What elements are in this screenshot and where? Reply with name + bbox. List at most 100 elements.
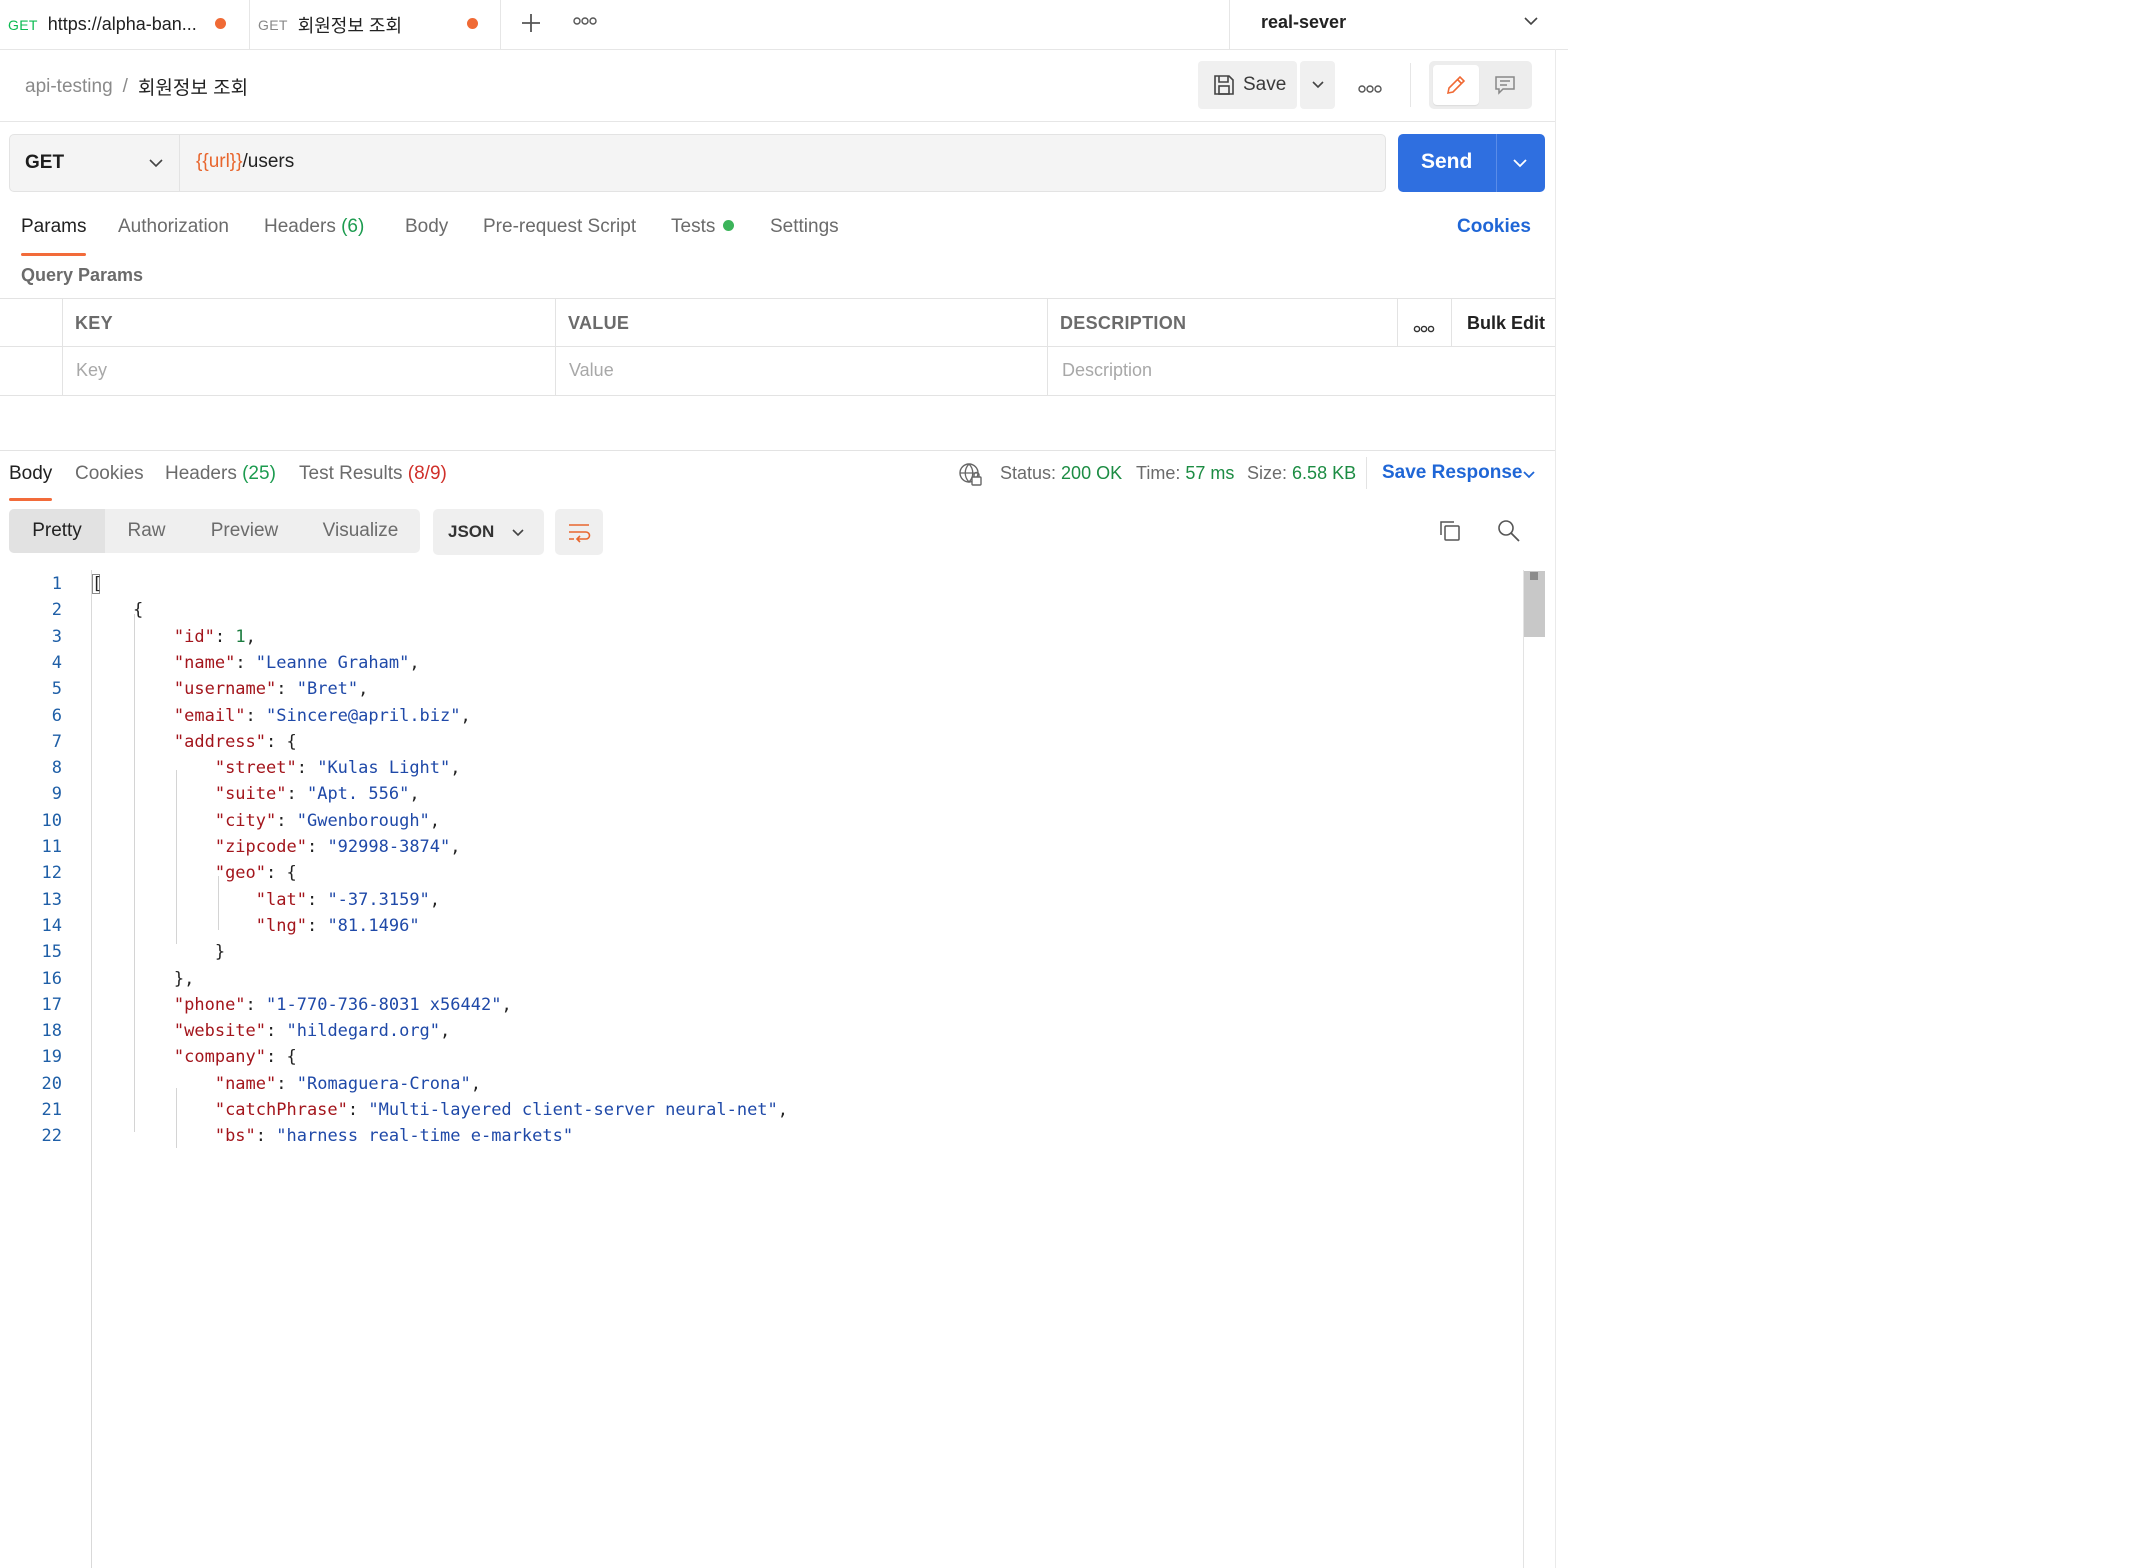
json-punct: , xyxy=(429,889,441,910)
response-body-editor[interactable]: 1[2 {3 "id": 1, 4 "name": "Leanne Graham"… xyxy=(0,570,1545,1568)
send-options-chevron-icon[interactable] xyxy=(1511,154,1529,177)
json-punct: { xyxy=(92,600,144,621)
save-button[interactable]: Save xyxy=(1198,61,1297,109)
code-line: 15 } xyxy=(0,939,1500,965)
column-divider xyxy=(1451,299,1452,347)
method-select[interactable]: GET xyxy=(10,135,180,191)
query-params-table: KEY VALUE DESCRIPTION Bulk Edit Key Valu… xyxy=(0,298,1556,396)
response-tab-headers[interactable]: Headers (25) xyxy=(165,463,276,485)
language-select[interactable]: JSON xyxy=(433,509,544,555)
json-punct: : xyxy=(245,994,267,1015)
json-string: "hildegard.org" xyxy=(286,1021,441,1042)
divider xyxy=(1366,457,1367,489)
code-text: "name": "Romaguera-Crona", xyxy=(92,1071,481,1097)
cookies-link[interactable]: Cookies xyxy=(1457,216,1531,238)
edit-mode-pencil-icon[interactable] xyxy=(1433,65,1479,105)
breadcrumb-request[interactable]: 회원정보 조회 xyxy=(138,73,248,100)
json-punct: : xyxy=(266,1021,287,1042)
request-tab-2[interactable]: GET 회원정보 조회 xyxy=(249,0,501,49)
editor-scrollbar-thumb[interactable] xyxy=(1524,571,1545,637)
send-button[interactable]: Send xyxy=(1398,134,1545,192)
response-tab-cookies[interactable]: Cookies xyxy=(75,463,144,485)
chevron-down-icon xyxy=(510,525,526,546)
unsaved-dot-icon[interactable] xyxy=(215,18,226,29)
param-key-input[interactable]: Key xyxy=(76,360,107,381)
unsaved-dot-icon[interactable] xyxy=(467,18,478,29)
json-number: 1 xyxy=(235,626,246,647)
format-visualize[interactable]: Visualize xyxy=(301,509,420,553)
url-input[interactable]: {{url}}/users xyxy=(196,151,294,173)
code-text: "address": { xyxy=(92,729,297,755)
code-line: 9 "suite": "Apt. 556", xyxy=(0,781,1500,807)
response-size[interactable]: Size: 6.58 KB xyxy=(1247,463,1356,484)
request-tabs: Params Authorization Headers (6) Body Pr… xyxy=(0,208,1556,256)
json-key: "geo" xyxy=(214,863,267,884)
json-punct xyxy=(92,863,215,883)
wrap-lines-icon[interactable] xyxy=(555,509,603,555)
save-response-chevron-icon[interactable] xyxy=(1521,467,1537,488)
request-response-divider[interactable] xyxy=(0,450,1556,451)
table-options-more-icon[interactable] xyxy=(1413,321,1435,339)
format-preview[interactable]: Preview xyxy=(188,509,301,553)
line-number: 10 xyxy=(41,810,62,831)
json-punct: }, xyxy=(92,968,195,989)
json-key: "catchPhrase" xyxy=(214,1100,348,1120)
line-number: 2 xyxy=(51,600,62,621)
copy-icon[interactable] xyxy=(1437,518,1463,549)
tab-params[interactable]: Params xyxy=(21,216,87,256)
line-number: 9 xyxy=(51,784,62,805)
breadcrumb-collection[interactable]: api-testing xyxy=(25,76,113,98)
bulk-edit-button[interactable]: Bulk Edit xyxy=(1467,313,1545,334)
globe-lock-icon[interactable] xyxy=(958,462,984,493)
tabs-more-icon[interactable] xyxy=(573,14,597,32)
tab-headers-label: Headers xyxy=(264,216,336,237)
breadcrumb: api-testing / 회원정보 조회 xyxy=(25,73,248,100)
response-tab-body[interactable]: Body xyxy=(9,463,53,501)
line-number: 17 xyxy=(41,994,62,1015)
param-value-input[interactable]: Value xyxy=(569,360,614,381)
save-options-chevron-icon[interactable] xyxy=(1300,61,1335,109)
search-icon[interactable] xyxy=(1496,518,1522,549)
line-number: 11 xyxy=(41,837,62,857)
scroll-up-arrow-icon[interactable] xyxy=(1530,572,1538,580)
response-tab-test-results[interactable]: Test Results (8/9) xyxy=(299,463,447,485)
column-header-description: DESCRIPTION xyxy=(1060,313,1187,333)
tab-headers[interactable]: Headers (6) xyxy=(264,216,364,238)
line-number: 5 xyxy=(51,679,62,700)
json-key: "bs" xyxy=(214,1126,256,1147)
tab-tests[interactable]: Tests xyxy=(671,216,735,238)
comment-mode-icon[interactable] xyxy=(1482,65,1528,105)
code-text: "id": 1, xyxy=(92,624,256,650)
json-string: "Sincere@april.biz" xyxy=(266,705,461,726)
column-divider xyxy=(555,299,556,395)
response-status[interactable]: Status: 200 OK xyxy=(1000,463,1122,484)
json-punct: : { xyxy=(266,731,297,752)
save-response-button[interactable]: Save Response xyxy=(1382,462,1522,484)
time-value: 57 ms xyxy=(1185,463,1235,483)
send-label: Send xyxy=(1421,150,1473,173)
response-time[interactable]: Time: 57 ms xyxy=(1136,463,1234,484)
json-punct xyxy=(92,1126,215,1146)
format-pretty[interactable]: Pretty xyxy=(9,509,105,553)
request-tab-1[interactable]: GET https://alpha-ban... xyxy=(0,0,248,49)
code-line: 18 "website": "hildegard.org", xyxy=(0,1018,1500,1044)
request-more-icon[interactable] xyxy=(1358,82,1382,100)
format-raw[interactable]: Raw xyxy=(105,509,188,553)
tab-body[interactable]: Body xyxy=(405,216,448,238)
line-number: 20 xyxy=(41,1073,62,1094)
param-description-input[interactable]: Description xyxy=(1062,360,1152,381)
time-label: Time: xyxy=(1136,463,1181,483)
panel-border xyxy=(1555,49,1556,1568)
view-mode-toggle xyxy=(1429,61,1532,109)
line-number: 15 xyxy=(41,942,62,963)
tab-prerequest-script[interactable]: Pre-request Script xyxy=(483,216,636,238)
tab-authorization[interactable]: Authorization xyxy=(118,216,229,238)
environment-selector[interactable]: real-sever xyxy=(1229,0,1568,49)
json-key: "street" xyxy=(214,758,297,779)
new-tab-plus-icon[interactable] xyxy=(518,6,544,40)
json-punct xyxy=(92,811,215,831)
json-string: "1-770-736-8031 x56442" xyxy=(266,994,502,1015)
editor-scrollbar[interactable] xyxy=(1523,570,1545,1568)
tab-settings[interactable]: Settings xyxy=(770,216,839,238)
json-punct: , xyxy=(358,679,369,700)
